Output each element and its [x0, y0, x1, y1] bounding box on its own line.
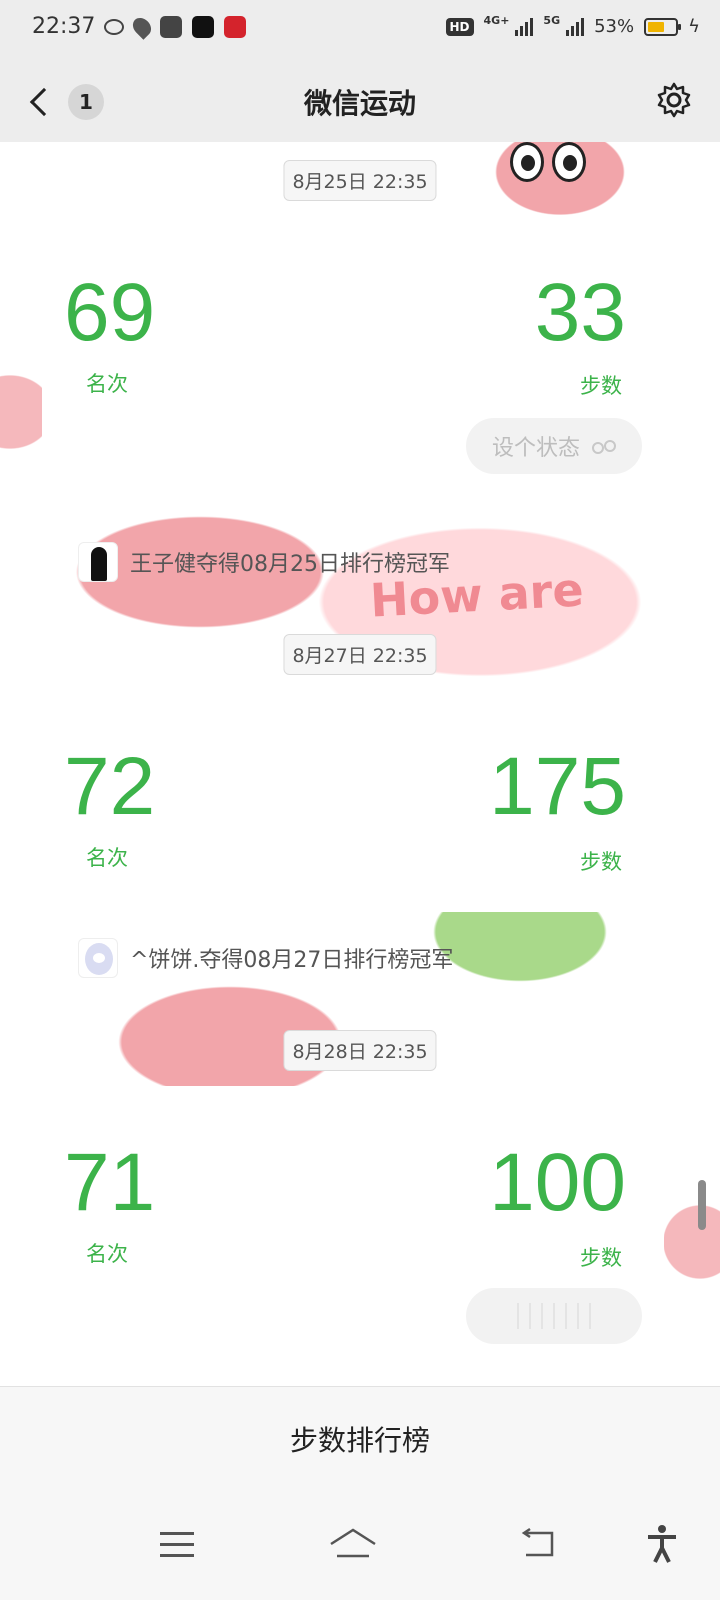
- champion-notice[interactable]: ^饼饼.夺得08月27日排行榜冠军: [78, 938, 453, 978]
- rank-value: 71: [64, 1137, 156, 1228]
- weibo-icon: [104, 19, 124, 35]
- system-nav-bar: [0, 1490, 720, 1600]
- steps-label: 步数: [580, 374, 622, 398]
- status-button[interactable]: [466, 1288, 642, 1344]
- steps-value: 175: [489, 741, 626, 832]
- rank-label: 名次: [86, 1242, 128, 1266]
- header: 1 微信运动: [0, 60, 720, 142]
- battery-icon: [644, 17, 682, 36]
- status-time: 22:37: [32, 14, 96, 39]
- step-card[interactable]: 72 名次 175 步数: [42, 690, 664, 912]
- step-card[interactable]: 69 名次 33 步数 设个状态: [42, 216, 664, 516]
- accessibility-icon: [648, 1525, 676, 1563]
- eye-right: [552, 142, 586, 182]
- back-icon: [521, 1527, 554, 1557]
- hd-voice-icon: HD: [445, 17, 474, 36]
- steps-value: 33: [534, 267, 626, 358]
- back-nav-button[interactable]: [512, 1518, 564, 1570]
- champion-notice[interactable]: 王子健夺得08月25日排行榜冠军: [78, 542, 450, 582]
- home-button[interactable]: [327, 1518, 379, 1570]
- step-card[interactable]: 71 名次 100 步数: [42, 1086, 664, 1386]
- rank-label: 名次: [86, 372, 128, 396]
- home-icon: [330, 1528, 376, 1558]
- camera-app-icon: [160, 16, 182, 38]
- system-indicators: HD 4G+ 5G 53% ϟ: [445, 14, 700, 37]
- status-icon: [590, 438, 616, 454]
- avatar[interactable]: [78, 938, 118, 978]
- step-ranking-button[interactable]: 步数排行榜: [0, 1386, 720, 1490]
- accessibility-button[interactable]: [636, 1518, 688, 1570]
- rank-value: 69: [64, 267, 156, 358]
- set-status-label: 设个状态: [491, 436, 580, 461]
- champion-text: 王子健夺得08月25日排行榜冠军: [130, 552, 450, 577]
- tiktok-icon: [192, 16, 214, 38]
- menu-icon: [160, 1531, 194, 1557]
- sticker-eyes: [510, 142, 586, 182]
- gear-icon: [657, 82, 691, 118]
- recent-apps-button[interactable]: [151, 1518, 203, 1570]
- message-timestamp: 8月27日 22:35: [283, 634, 437, 675]
- network-type-label-2: 5G: [543, 14, 561, 27]
- battery-percent: 53%: [594, 16, 635, 37]
- charging-icon: ϟ: [688, 16, 700, 37]
- eye-left: [510, 142, 544, 182]
- status-bar: 22:37 HD 4G+ 5G 53% ϟ: [0, 0, 720, 60]
- avatar[interactable]: [78, 542, 118, 582]
- steps-label: 步数: [580, 1246, 622, 1270]
- page-title: 微信运动: [303, 87, 416, 120]
- message-timestamp: 8月25日 22:35: [283, 160, 437, 201]
- network-type-label: 4G+: [483, 14, 510, 27]
- set-status-button[interactable]: 设个状态: [466, 418, 642, 474]
- status-placeholder: [517, 1303, 591, 1329]
- steps-value: 100: [489, 1137, 626, 1228]
- location-icon: [129, 14, 155, 40]
- battery-fill: [648, 21, 665, 32]
- signal-icon-2: [566, 17, 585, 36]
- signal-icon: [515, 17, 534, 36]
- steps-label: 步数: [580, 850, 622, 874]
- news-app-icon: [224, 16, 246, 38]
- rank-label: 名次: [86, 846, 128, 870]
- step-ranking-label: 步数排行榜: [289, 1423, 430, 1457]
- scrollbar[interactable]: [698, 1180, 706, 1230]
- message-timestamp: 8月28日 22:35: [283, 1030, 437, 1071]
- rank-value: 72: [64, 741, 156, 832]
- notification-icons: [104, 14, 246, 40]
- settings-button[interactable]: [654, 80, 694, 120]
- champion-text: ^饼饼.夺得08月27日排行榜冠军: [130, 948, 454, 973]
